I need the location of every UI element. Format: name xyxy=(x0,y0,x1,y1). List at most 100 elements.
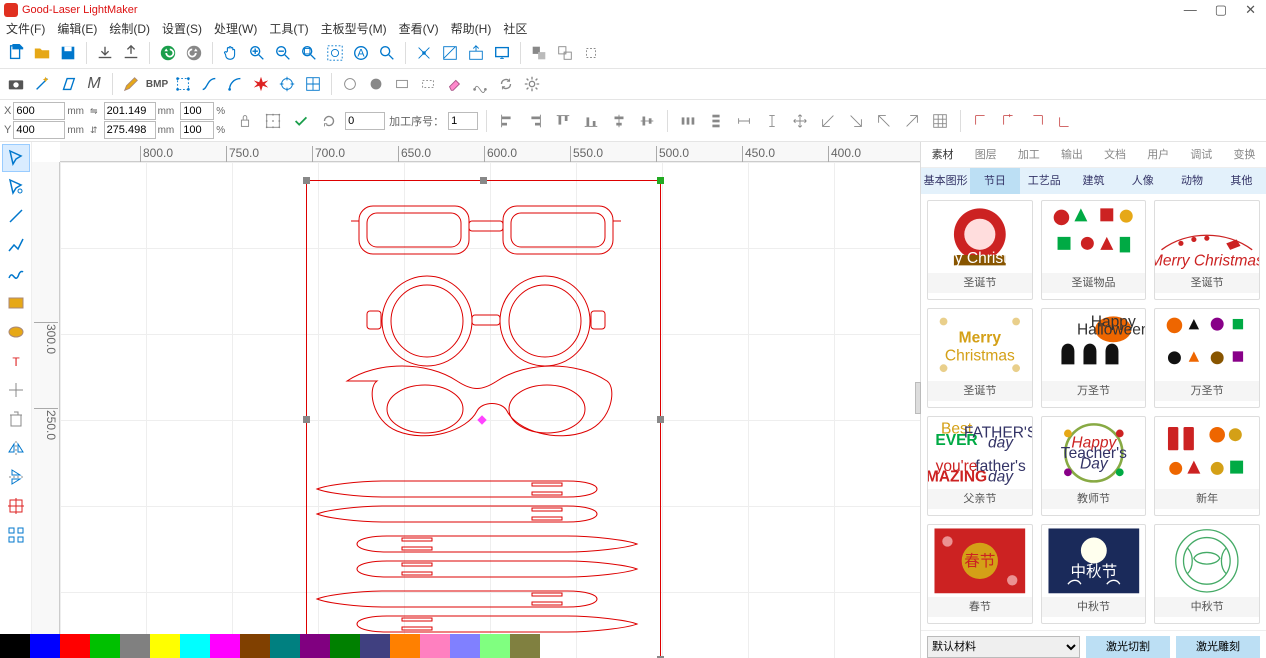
snap-obj-button[interactable] xyxy=(464,41,488,65)
tab-user[interactable]: 用户 xyxy=(1137,142,1180,167)
camera-button[interactable] xyxy=(4,72,28,96)
delete-tool[interactable] xyxy=(2,405,30,433)
asset-item[interactable]: 新年 xyxy=(1154,416,1260,516)
zoom-sel-button[interactable] xyxy=(323,41,347,65)
line-tool[interactable] xyxy=(2,202,30,230)
c2-button[interactable] xyxy=(364,72,388,96)
corner-bl-button[interactable] xyxy=(872,109,896,133)
group3-button[interactable] xyxy=(579,41,603,65)
cat-other[interactable]: 其他 xyxy=(1217,168,1266,194)
tab-assets[interactable]: 素材 xyxy=(921,142,964,167)
color-swatch[interactable] xyxy=(90,634,120,658)
color-swatch[interactable] xyxy=(240,634,270,658)
asset-item[interactable]: Merry Christmas圣诞节 xyxy=(1154,200,1260,300)
m-tool-button[interactable]: M xyxy=(82,72,106,96)
menu-file[interactable]: 文件(F) xyxy=(6,20,45,38)
origin-tl2-button[interactable] xyxy=(997,109,1021,133)
group2-button[interactable] xyxy=(553,41,577,65)
menu-board[interactable]: 主板型号(M) xyxy=(321,20,387,38)
color-swatch[interactable] xyxy=(270,634,300,658)
rotation-input[interactable] xyxy=(345,112,385,130)
pen-tool-button[interactable] xyxy=(119,72,143,96)
asset-item[interactable]: HappyTeacher'sDay教师节 xyxy=(1041,416,1147,516)
align-top-button[interactable] xyxy=(551,109,575,133)
cat-arch[interactable]: 建筑 xyxy=(1069,168,1118,194)
mirror-v-tool[interactable] xyxy=(2,463,30,491)
menu-settings[interactable]: 设置(S) xyxy=(162,20,202,38)
save-button[interactable] xyxy=(56,41,80,65)
spline-tool[interactable] xyxy=(2,260,30,288)
asset-item[interactable]: MerryChristmas圣诞节 xyxy=(927,308,1033,408)
skew-button[interactable] xyxy=(56,72,80,96)
corner-br-button[interactable] xyxy=(900,109,924,133)
export-button[interactable] xyxy=(119,41,143,65)
color-swatch[interactable] xyxy=(450,634,480,658)
import-button[interactable] xyxy=(93,41,117,65)
mirror-h-tool[interactable] xyxy=(2,434,30,462)
new-button[interactable] xyxy=(4,41,28,65)
ggrid-button[interactable] xyxy=(928,109,952,133)
anchor-button[interactable] xyxy=(261,109,285,133)
pan-button[interactable] xyxy=(219,41,243,65)
polyline-tool[interactable] xyxy=(2,231,30,259)
color-swatch[interactable] xyxy=(180,634,210,658)
lock-aspect-button[interactable] xyxy=(233,109,257,133)
curve-button[interactable] xyxy=(197,72,221,96)
tab-layers[interactable]: 图层 xyxy=(964,142,1007,167)
cat-basic[interactable]: 基本图形 xyxy=(921,168,970,194)
bmp-button[interactable]: BMP xyxy=(145,72,169,96)
color-swatch[interactable] xyxy=(300,634,330,658)
menu-draw[interactable]: 绘制(D) xyxy=(109,20,150,38)
select-tool[interactable] xyxy=(2,144,30,172)
scale1-input[interactable] xyxy=(180,102,214,120)
snap-grid-button[interactable] xyxy=(438,41,462,65)
zoom-obj-button[interactable]: A xyxy=(349,41,373,65)
asset-item[interactable]: Merry Christmas圣诞节 xyxy=(927,200,1033,300)
color-swatch[interactable] xyxy=(60,634,90,658)
minimize-button[interactable]: — xyxy=(1184,2,1197,18)
color-swatch[interactable] xyxy=(0,634,30,658)
apply-button[interactable] xyxy=(289,109,313,133)
node-button[interactable] xyxy=(468,72,492,96)
center-tool[interactable] xyxy=(2,376,30,404)
tab-process[interactable]: 加工 xyxy=(1007,142,1050,167)
menu-tools[interactable]: 工具(T) xyxy=(269,20,308,38)
sel-handle-tc[interactable] xyxy=(480,177,487,184)
origin-tr-button[interactable] xyxy=(1025,109,1049,133)
w-input[interactable] xyxy=(104,102,156,120)
node-select-tool[interactable] xyxy=(2,173,30,201)
magic-tool-button[interactable] xyxy=(30,72,54,96)
undo-button[interactable] xyxy=(156,41,180,65)
color-swatch[interactable] xyxy=(210,634,240,658)
menu-process[interactable]: 处理(W) xyxy=(214,20,257,38)
cat-craft[interactable]: 工艺品 xyxy=(1020,168,1069,194)
sel-handle-mr[interactable] xyxy=(657,416,664,423)
proc-no-input[interactable] xyxy=(448,112,478,130)
bbox-button[interactable] xyxy=(171,72,195,96)
origin-bl-button[interactable] xyxy=(1053,109,1077,133)
panel-splitter[interactable] xyxy=(915,382,921,414)
text-tool[interactable]: T xyxy=(2,347,30,375)
same-h-button[interactable] xyxy=(760,109,784,133)
r2-button[interactable] xyxy=(416,72,440,96)
move-button[interactable] xyxy=(788,109,812,133)
cat-portrait[interactable]: 人像 xyxy=(1118,168,1167,194)
refresh-button[interactable] xyxy=(494,72,518,96)
align-left-button[interactable] xyxy=(495,109,519,133)
color-swatch[interactable] xyxy=(360,634,390,658)
asset-item[interactable]: 圣诞物品 xyxy=(1041,200,1147,300)
zoom-fit-button[interactable] xyxy=(297,41,321,65)
arc-button[interactable] xyxy=(223,72,247,96)
canvas-area[interactable]: 800.0 750.0 700.0 650.0 600.0 550.0 500.… xyxy=(32,142,920,658)
open-button[interactable] xyxy=(30,41,54,65)
h-input[interactable] xyxy=(104,121,156,139)
x-input[interactable] xyxy=(13,102,65,120)
cat-animal[interactable]: 动物 xyxy=(1167,168,1216,194)
display-button[interactable] xyxy=(490,41,514,65)
dist-h-button[interactable] xyxy=(676,109,700,133)
color-swatch[interactable] xyxy=(390,634,420,658)
sel-handle-ml[interactable] xyxy=(303,416,310,423)
align-vcenter-button[interactable] xyxy=(635,109,659,133)
tab-transform[interactable]: 变换 xyxy=(1223,142,1266,167)
asset-item[interactable]: 春节春节 xyxy=(927,524,1033,624)
